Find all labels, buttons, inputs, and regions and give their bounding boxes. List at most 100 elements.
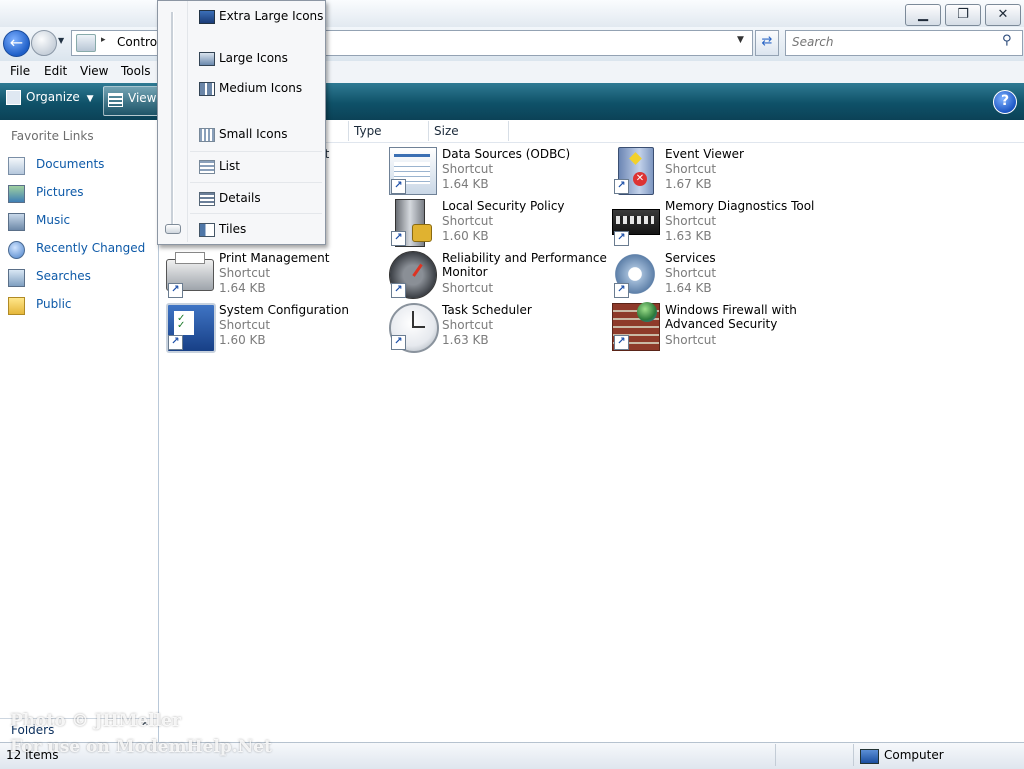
control-panel-icon [76,34,96,52]
menu-bar [0,61,1024,84]
view-option-small-icons[interactable]: Small Icons [190,121,322,149]
view-option-list[interactable]: List [190,153,322,181]
file-size: 1.64 KB [442,177,489,191]
view-option-label: List [219,159,240,173]
search-icon[interactable]: ⚲ [1002,33,1012,48]
file-type: Shortcut [665,266,717,280]
list-view-icon [199,160,215,174]
organize-icon [6,90,21,105]
file-type: Shortcut [665,214,717,228]
menu-tools[interactable]: Tools [121,64,151,78]
file-type: Shortcut [665,162,717,176]
title-bar [0,0,1024,30]
nav-item-label: Public [36,297,72,311]
shortcut-arrow-icon: ↗ [391,179,406,194]
shortcut-arrow-icon: ↗ [614,231,629,246]
view-option-tiles[interactable]: Tiles [190,216,322,244]
documents-icon [8,157,25,175]
menu-file[interactable]: File [10,64,30,78]
file-type: Shortcut [442,162,494,176]
file-name: Reliability and Performance Monitor [442,251,607,279]
file-size: 1.60 KB [442,229,489,243]
view-option-label: Large Icons [219,51,288,65]
organize-button[interactable]: Organize ▼ [6,90,94,105]
file-size: 1.63 KB [442,333,489,347]
menu-view[interactable]: View [80,64,108,78]
view-option-large-icons[interactable]: Large Icons [190,45,322,73]
file-size: 1.63 KB [665,229,712,243]
column-divider[interactable] [508,121,509,141]
music-icon [8,213,25,231]
file-tile[interactable]: ↗ Windows Firewall with Advanced Securit… [612,302,834,355]
search-input[interactable] [790,34,994,50]
back-button[interactable]: ← [3,30,30,57]
breadcrumb-arrow-icon[interactable]: ▸ [101,35,106,45]
breadcrumb[interactable]: Control [117,35,160,49]
menu-edit[interactable]: Edit [44,64,67,78]
menu-divider [190,213,322,214]
file-tile[interactable]: ↗ Local Security Policy Shortcut 1.60 KB [389,199,611,251]
file-tile[interactable]: ↗ Reliability and Performance Monitor Sh… [389,251,611,303]
shortcut-arrow-icon: ↗ [614,179,629,194]
view-option-medium-icons[interactable]: Medium Icons [190,75,322,103]
file-tile[interactable]: ↗ Print Management Shortcut 1.64 KB [166,251,388,303]
close-button[interactable]: ✕ [985,4,1021,26]
view-option-details[interactable]: Details [190,185,322,213]
file-name: Services [665,251,716,265]
minimize-button[interactable]: ▁ [905,4,941,26]
public-folder-icon [8,297,25,315]
address-dropdown-icon[interactable]: ▼ [737,35,744,45]
shortcut-arrow-icon: ↗ [391,231,406,246]
column-divider[interactable] [428,121,429,141]
file-name: Memory Diagnostics Tool [665,199,815,213]
views-button[interactable]: Views [103,86,163,116]
computer-icon [860,749,879,764]
medium-icons-icon [199,82,215,96]
organize-dropdown-icon: ▼ [86,94,94,104]
view-option-label: Details [219,191,261,205]
menu-divider [190,182,322,183]
pictures-icon [8,185,25,203]
shortcut-arrow-icon: ↗ [168,335,183,350]
file-tile[interactable]: ↗ Services Shortcut 1.64 KB [612,251,834,303]
extra-large-icons-icon [199,10,215,24]
shortcut-arrow-icon: ↗ [391,335,406,350]
file-size: 1.67 KB [665,177,712,191]
help-button[interactable]: ? [993,90,1017,114]
file-name: Windows Firewall with Advanced Security [665,303,797,331]
maximize-button[interactable]: ❐ [945,4,981,26]
file-type: Shortcut [219,318,271,332]
menu-divider [190,151,322,152]
view-size-slider-thumb[interactable] [165,224,181,234]
column-divider[interactable] [348,121,349,141]
view-option-label: Extra Large Icons [219,9,324,23]
small-icons-icon [199,128,215,142]
view-size-slider-track[interactable] [171,12,174,232]
file-tile[interactable]: ↗ Memory Diagnostics Tool Shortcut 1.63 … [612,199,834,251]
file-name: Print Management [219,251,330,265]
file-tile[interactable]: ✕ ↗ Event Viewer Shortcut 1.67 KB [612,147,834,199]
file-name: Local Security Policy [442,199,565,213]
menu-divider [187,1,188,242]
recent-pages-dropdown[interactable]: ▼ [58,36,68,48]
status-divider [853,744,854,766]
forward-button[interactable] [31,30,57,56]
file-type: Shortcut [442,214,494,228]
file-name: Data Sources (ODBC) [442,147,571,161]
tiles-view-icon [199,223,215,237]
location-label: Computer [884,748,944,762]
column-header-size[interactable]: Size [434,124,459,138]
file-tile[interactable]: ↗ Task Scheduler Shortcut 1.63 KB [389,303,611,355]
refresh-button[interactable]: ⇄ [755,30,779,56]
large-icons-icon [199,52,215,66]
view-option-label: Medium Icons [219,81,303,95]
view-option-extra-large-icons[interactable]: Extra Large Icons [190,3,324,31]
nav-item-label: Pictures [36,185,84,199]
file-tile[interactable]: ✓ ✓ ↗ System Configuration Shortcut 1.60 … [166,303,388,355]
column-header-type[interactable]: Type [354,124,382,138]
shortcut-arrow-icon: ↗ [614,335,629,350]
file-tile[interactable]: ↗ Data Sources (ODBC) Shortcut 1.64 KB [389,147,611,199]
status-divider [775,744,776,766]
file-name: Event Viewer [665,147,744,161]
nav-item-label: Documents [36,157,105,171]
